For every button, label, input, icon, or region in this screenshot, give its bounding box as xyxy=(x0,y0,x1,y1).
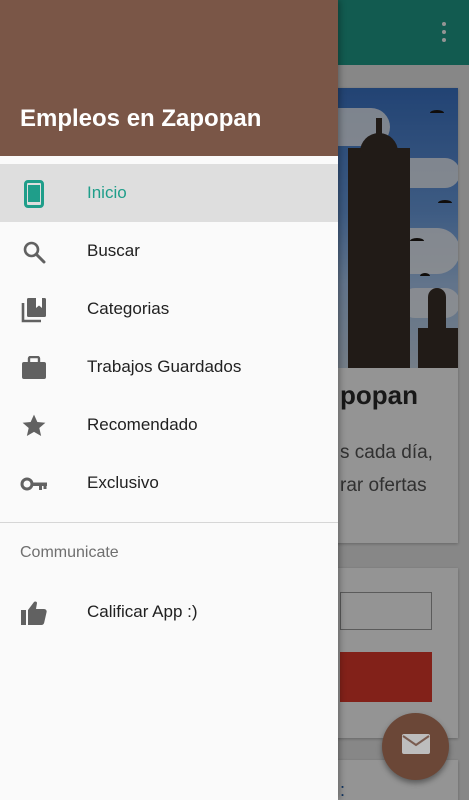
search-icon xyxy=(20,239,48,265)
thumbs-up-icon xyxy=(20,600,48,626)
briefcase-icon xyxy=(20,355,48,381)
nav-item-recomendado[interactable]: Recomendado xyxy=(0,396,338,454)
nav-item-calificar-app[interactable]: Calificar App :) xyxy=(0,583,338,641)
nav-item-trabajos-guardados[interactable]: Trabajos Guardados xyxy=(0,338,338,396)
drawer-title: Empleos en Zapopan xyxy=(20,105,262,132)
drawer-header: Empleos en Zapopan xyxy=(0,0,338,156)
nav-item-label: Trabajos Guardados xyxy=(87,357,242,376)
mail-fab-button[interactable] xyxy=(382,713,449,780)
section-label-communicate: Communicate xyxy=(20,544,119,561)
nav-item-exclusivo[interactable]: Exclusivo xyxy=(0,454,338,512)
nav-item-label: Calificar App :) xyxy=(87,602,198,621)
nav-item-label: Exclusivo xyxy=(87,473,159,492)
nav-item-label: Recomendado xyxy=(87,415,198,434)
nav-item-label: Buscar xyxy=(87,241,140,260)
nav-list: Inicio Buscar Categorias Trabajos Guarda… xyxy=(0,164,338,512)
nav-item-label: Categorias xyxy=(87,299,170,318)
key-icon xyxy=(20,471,48,497)
nav-item-label: Inicio xyxy=(87,183,127,202)
phone-icon xyxy=(20,180,48,208)
nav-item-categorias[interactable]: Categorias xyxy=(0,280,338,338)
nav-item-buscar[interactable]: Buscar xyxy=(0,222,338,280)
mail-icon xyxy=(401,733,431,760)
star-icon xyxy=(20,413,48,439)
bookmarks-icon xyxy=(20,297,48,323)
nav-item-inicio[interactable]: Inicio xyxy=(0,164,338,222)
drawer-divider xyxy=(0,522,338,523)
navigation-drawer: Empleos en Zapopan Inicio Buscar Categor… xyxy=(0,0,338,800)
